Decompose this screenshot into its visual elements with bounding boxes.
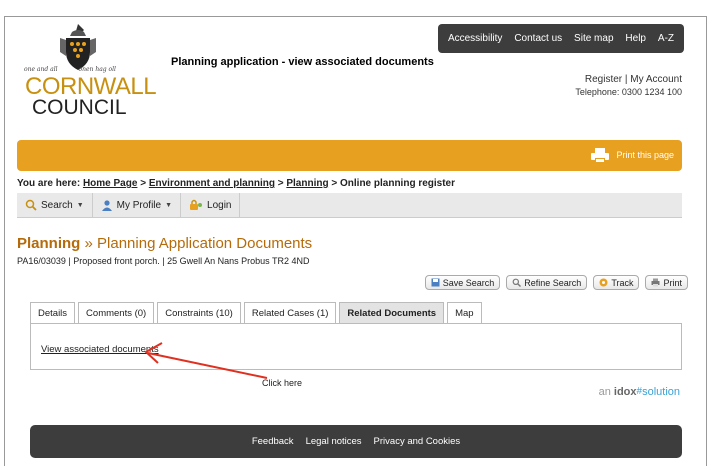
nav-accessibility[interactable]: Accessibility	[448, 33, 502, 44]
page-headline: Planning application - view associated d…	[171, 56, 434, 68]
cornwall-council-logo[interactable]: one and all onen hag oll CORNWALL COUNCI…	[24, 22, 157, 119]
login-icon	[190, 199, 203, 210]
orange-banner: Print this page	[17, 140, 682, 171]
breadcrumb: You are here: Home Page > Environment an…	[17, 178, 456, 189]
application-summary: PA16/03039 | Proposed front porch. | 25 …	[17, 256, 310, 266]
account-links: Register | My Account Telephone: 0300 12…	[575, 74, 682, 97]
application-tabs: Details Comments (0) Constraints (10) Re…	[30, 302, 482, 324]
nav-site-map[interactable]: Site map	[574, 33, 613, 44]
tab-related-cases[interactable]: Related Cases (1)	[243, 302, 337, 324]
footer-privacy[interactable]: Privacy and Cookies	[374, 436, 461, 447]
annotation-label: Click here	[262, 378, 303, 388]
logo-line2: COUNCIL	[32, 96, 127, 119]
search-icon	[25, 199, 37, 211]
tab-constraints[interactable]: Constraints (10)	[157, 302, 241, 324]
toolbar: Search ▼ My Profile ▼ Login	[17, 193, 682, 218]
page-title: Planning » Planning Application Document…	[17, 235, 313, 252]
login-button[interactable]: Login	[181, 193, 241, 217]
refine-search-button[interactable]: Refine Search	[506, 275, 588, 290]
print-page-label: Print this page	[616, 150, 674, 160]
save-icon	[431, 278, 440, 287]
breadcrumb-planning[interactable]: Planning	[286, 178, 328, 189]
tab-map[interactable]: Map	[447, 302, 482, 324]
track-button[interactable]: Track	[593, 275, 640, 290]
save-search-button[interactable]: Save Search	[424, 275, 501, 290]
nav-help[interactable]: Help	[625, 33, 646, 44]
register-link[interactable]: Register	[585, 74, 622, 85]
chevron-down-icon: ▼	[165, 201, 173, 209]
magnifier-icon	[512, 278, 522, 287]
breadcrumb-environment[interactable]: Environment and planning	[149, 178, 275, 189]
chevron-down-icon: ▼	[76, 201, 84, 209]
nav-a-z[interactable]: A-Z	[658, 33, 674, 44]
tab-related-documents[interactable]: Related Documents	[339, 302, 445, 324]
print-button[interactable]: Print	[645, 275, 688, 290]
tab-panel: View associated documents	[30, 323, 682, 370]
top-navigation: Accessibility Contact us Site map Help A…	[438, 24, 684, 53]
tab-details[interactable]: Details	[30, 302, 76, 324]
crest-icon	[60, 24, 96, 70]
printer-icon	[591, 148, 610, 163]
logo-line1: CORNWALL	[25, 73, 157, 100]
footer-feedback[interactable]: Feedback	[252, 436, 294, 447]
breadcrumb-current: Online planning register	[340, 178, 456, 189]
my-account-link[interactable]: My Account	[630, 74, 682, 85]
user-icon	[101, 200, 112, 211]
action-buttons: Save Search Refine Search Track Print	[424, 275, 688, 290]
telephone: Telephone: 0300 1234 100	[575, 87, 682, 97]
print-page-button[interactable]: Print this page	[591, 148, 674, 163]
nav-contact-us[interactable]: Contact us	[514, 33, 562, 44]
annotation-arrow-icon	[144, 342, 268, 379]
profile-menu[interactable]: My Profile ▼	[93, 193, 182, 217]
footer: Feedback Legal notices Privacy and Cooki…	[30, 425, 682, 458]
footer-legal-notices[interactable]: Legal notices	[306, 436, 362, 447]
printer-icon	[651, 278, 660, 287]
search-menu[interactable]: Search ▼	[17, 193, 93, 217]
logo-motto: one and all onen hag oll	[24, 66, 116, 73]
tab-comments[interactable]: Comments (0)	[78, 302, 155, 324]
star-icon	[599, 278, 608, 287]
idox-logo[interactable]: an idox#solution	[599, 386, 680, 398]
breadcrumb-home[interactable]: Home Page	[83, 178, 137, 189]
